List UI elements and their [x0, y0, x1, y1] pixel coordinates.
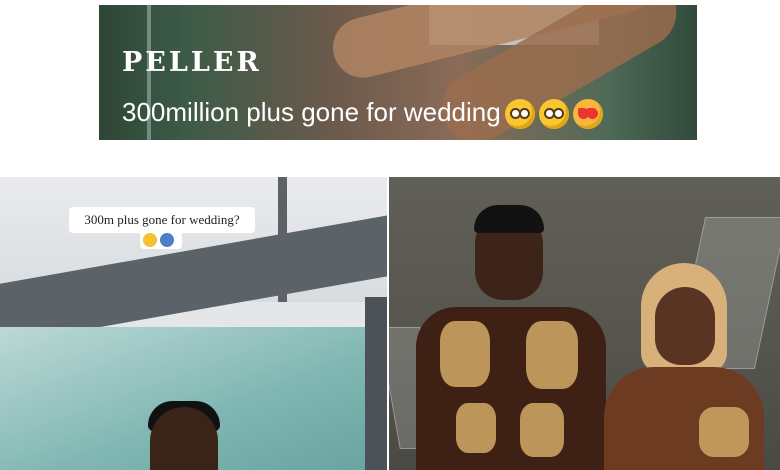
groom-outfit: [416, 307, 606, 470]
grimacing-face-icon: [143, 233, 157, 247]
gold-pattern: [520, 403, 564, 457]
top-banner-image: PELLER 300million plus gone for wedding: [99, 5, 697, 140]
star-struck-face-icon: [538, 99, 569, 130]
flushed-face-icon: [504, 99, 535, 130]
person-face-icon: [160, 233, 174, 247]
gold-pattern: [526, 321, 578, 389]
gold-pattern: [699, 407, 749, 457]
window-frame: [365, 297, 387, 470]
banner-headline: 300million plus gone for wedding: [122, 97, 603, 130]
bride-face: [655, 287, 715, 365]
smiling-face-with-hearts-icon: [572, 99, 603, 130]
right-photo: [389, 177, 780, 470]
gold-pattern: [456, 403, 496, 453]
gold-pattern: [440, 321, 490, 387]
photo-caption: 300m plus gone for wedding?: [69, 207, 255, 233]
man-face: [150, 407, 218, 470]
banner-headline-text: 300million plus gone for wedding: [122, 97, 501, 127]
caption-emojis: [140, 231, 182, 249]
brand-name: PELLER: [122, 47, 262, 78]
groom-hair: [474, 205, 544, 233]
bride-outfit: [604, 367, 764, 470]
left-photo: 300m plus gone for wedding?: [0, 177, 387, 470]
